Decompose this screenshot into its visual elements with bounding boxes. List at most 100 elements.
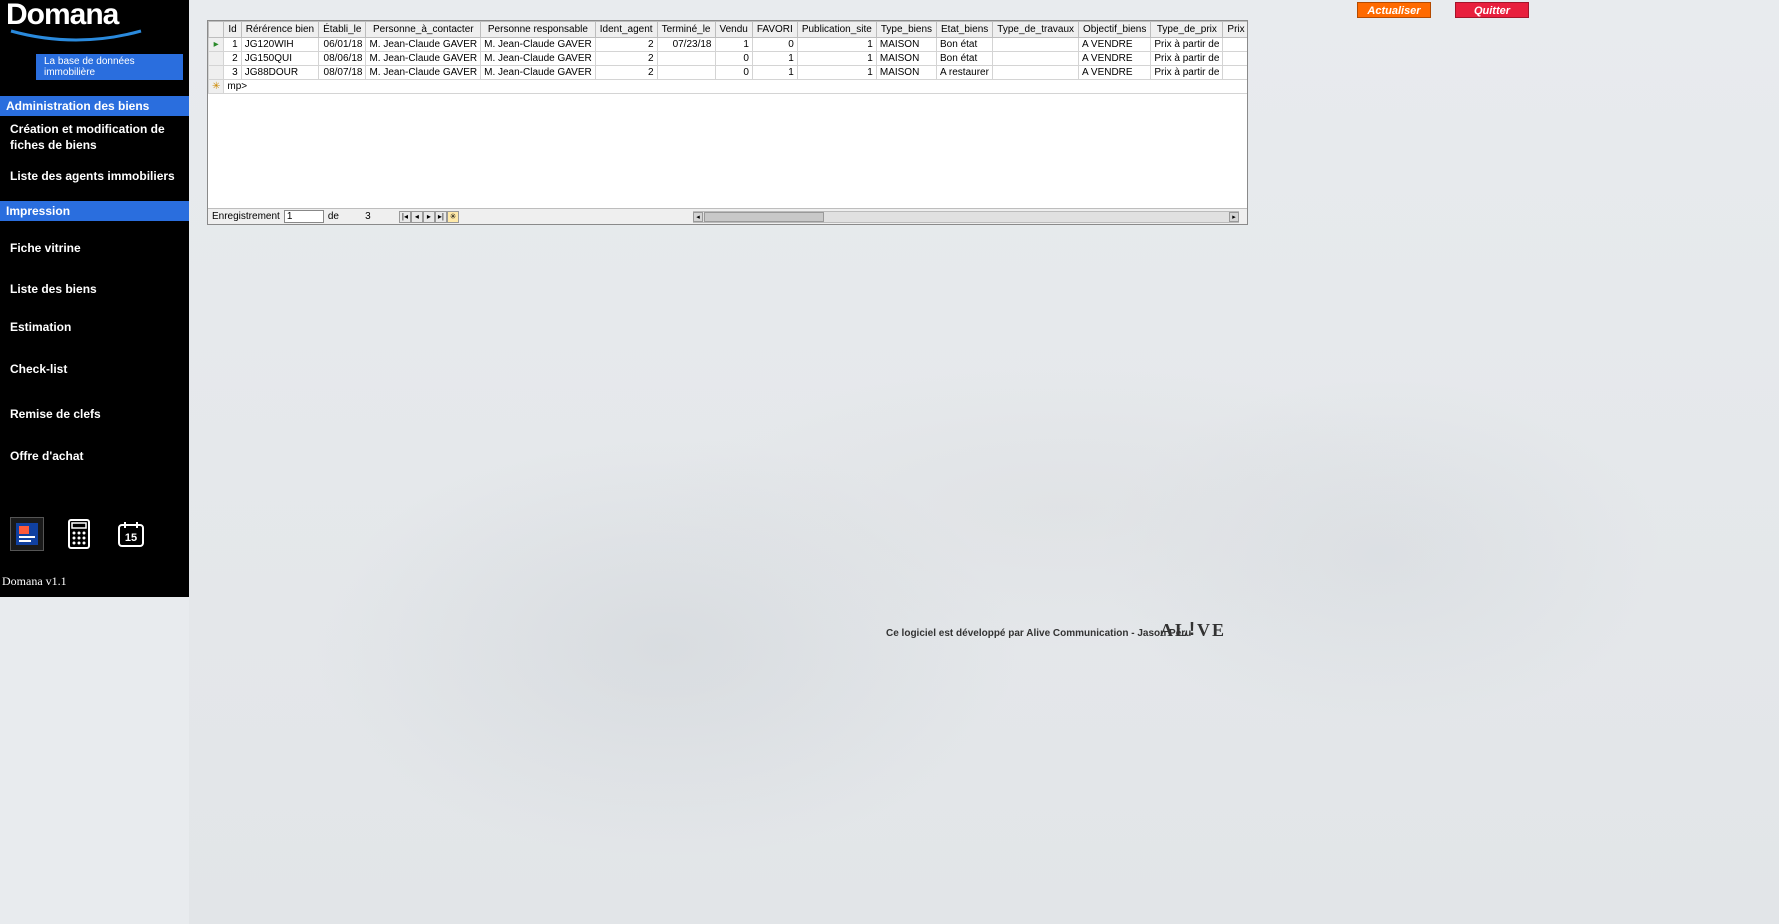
record-number-input[interactable] <box>284 210 324 223</box>
cell-pub[interactable]: 1 <box>797 38 876 52</box>
sidebar-item-estimation[interactable]: Estimation <box>0 314 189 342</box>
cell-vendu[interactable]: 0 <box>715 52 752 66</box>
cell-ref[interactable]: JG120WIH <box>241 38 318 52</box>
col-ref[interactable]: Rérérence bien <box>241 22 318 38</box>
hscroll-thumb[interactable] <box>704 212 824 222</box>
cell-etat[interactable]: Bon état <box>937 38 993 52</box>
cell-travaux[interactable] <box>993 38 1079 52</box>
col-etabli[interactable]: Établi_le <box>319 22 366 38</box>
cell-agent[interactable]: 2 <box>595 38 657 52</box>
nav-last-button[interactable]: ▸| <box>435 211 447 223</box>
col-termine[interactable]: Terminé_le <box>657 22 715 38</box>
cell-objectif[interactable]: A VENDRE <box>1079 66 1151 80</box>
cell-termine[interactable] <box>657 66 715 80</box>
col-agent[interactable]: Ident_agent <box>595 22 657 38</box>
cell-pub[interactable]: 1 <box>797 66 876 80</box>
cell-etat[interactable]: Bon état <box>937 52 993 66</box>
quit-button[interactable]: Quitter <box>1455 2 1529 18</box>
cell-vendu[interactable]: 1 <box>715 38 752 52</box>
cell-prix[interactable]: 880 <box>1223 66 1247 80</box>
cell-type[interactable]: MAISON <box>876 52 936 66</box>
cell-termine[interactable] <box>657 52 715 66</box>
cell-etat[interactable]: A restaurer <box>937 66 993 80</box>
calendar-tool-button[interactable]: 15 <box>114 517 148 551</box>
pdf-tool-button[interactable] <box>10 517 44 551</box>
col-contact[interactable]: Personne_à_contacter <box>366 22 481 38</box>
nav-next-button[interactable]: ▸ <box>423 211 435 223</box>
row-handle[interactable] <box>209 52 224 66</box>
col-typeprix[interactable]: Type_de_prix <box>1151 22 1223 38</box>
cell-prix[interactable]: 1200 <box>1223 38 1247 52</box>
cell-favori[interactable]: 1 <box>752 52 797 66</box>
col-etat[interactable]: Etat_biens <box>937 22 993 38</box>
calculator-tool-button[interactable] <box>62 517 96 551</box>
horizontal-scrollbar[interactable]: ◂ ▸ <box>693 211 1239 223</box>
cell-id[interactable]: 1 <box>224 38 241 52</box>
col-pub[interactable]: Publication_site <box>797 22 876 38</box>
cell-ref[interactable]: JG88DOUR <box>241 66 318 80</box>
cell-resp[interactable]: M. Jean-Claude GAVER <box>481 66 596 80</box>
cell-etabli[interactable]: 08/06/18 <box>319 52 366 66</box>
cell-agent[interactable]: 2 <box>595 52 657 66</box>
row-selector-header[interactable] <box>209 22 224 38</box>
col-resp[interactable]: Personne responsable <box>481 22 596 38</box>
hscroll-right-arrow[interactable]: ▸ <box>1229 212 1239 222</box>
table-row[interactable]: 3JG88DOUR08/07/18M. Jean-Claude GAVERM. … <box>209 66 1248 80</box>
col-favori[interactable]: FAVORI <box>752 22 797 38</box>
cell-type[interactable]: MAISON <box>876 66 936 80</box>
cell-ref[interactable]: JG150QUI <box>241 52 318 66</box>
cell-etabli[interactable]: 06/01/18 <box>319 38 366 52</box>
sidebar-item-creation[interactable]: Création et modification de fiches de bi… <box>0 116 189 159</box>
cell-favori[interactable]: 1 <box>752 66 797 80</box>
col-vendu[interactable]: Vendu <box>715 22 752 38</box>
table-row[interactable]: 2JG150QUI08/06/18M. Jean-Claude GAVERM. … <box>209 52 1248 66</box>
new-row-placeholder[interactable]: mp> <box>224 80 1247 94</box>
refresh-button[interactable]: Actualiser <box>1357 2 1431 18</box>
table-row[interactable]: ▸1JG120WIH06/01/18M. Jean-Claude GAVERM.… <box>209 38 1248 52</box>
cell-resp[interactable]: M. Jean-Claude GAVER <box>481 38 596 52</box>
table-row-new[interactable]: ✳mp> <box>209 80 1248 94</box>
cell-id[interactable]: 3 <box>224 66 241 80</box>
row-handle[interactable] <box>209 66 224 80</box>
cell-pub[interactable]: 1 <box>797 52 876 66</box>
cell-id[interactable]: 2 <box>224 52 241 66</box>
data-grid[interactable]: Id Rérérence bien Établi_le Personne_à_c… <box>207 20 1248 225</box>
cell-termine[interactable]: 07/23/18 <box>657 38 715 52</box>
cell-vendu[interactable]: 0 <box>715 66 752 80</box>
row-handle[interactable]: ▸ <box>209 38 224 52</box>
cell-contact[interactable]: M. Jean-Claude GAVER <box>366 38 481 52</box>
nav-prev-button[interactable]: ◂ <box>411 211 423 223</box>
sidebar-item-agents[interactable]: Liste des agents immobiliers <box>0 163 189 191</box>
cell-contact[interactable]: M. Jean-Claude GAVER <box>366 52 481 66</box>
col-travaux[interactable]: Type_de_travaux <box>993 22 1079 38</box>
cell-objectif[interactable]: A VENDRE <box>1079 52 1151 66</box>
cell-agent[interactable]: 2 <box>595 66 657 80</box>
cell-travaux[interactable] <box>993 66 1079 80</box>
nav-first-button[interactable]: |◂ <box>399 211 411 223</box>
col-type[interactable]: Type_biens <box>876 22 936 38</box>
cell-resp[interactable]: M. Jean-Claude GAVER <box>481 52 596 66</box>
col-prix[interactable]: Prix demand <box>1223 22 1247 38</box>
sidebar-item-liste[interactable]: Liste des biens <box>0 276 189 304</box>
cell-typeprix[interactable]: Prix à partir de <box>1151 38 1223 52</box>
cell-favori[interactable]: 0 <box>752 38 797 52</box>
cell-type[interactable]: MAISON <box>876 38 936 52</box>
col-objectif[interactable]: Objectif_biens <box>1079 22 1151 38</box>
nav-new-button[interactable]: ✳ <box>447 211 459 223</box>
cell-contact[interactable]: M. Jean-Claude GAVER <box>366 66 481 80</box>
cell-typeprix[interactable]: Prix à partir de <box>1151 52 1223 66</box>
sidebar-item-fiche[interactable]: Fiche vitrine <box>0 235 189 263</box>
cell-etabli[interactable]: 08/07/18 <box>319 66 366 80</box>
cell-prix[interactable]: 1500 <box>1223 52 1247 66</box>
hscroll-left-arrow[interactable]: ◂ <box>693 212 703 222</box>
cell-typeprix[interactable]: Prix à partir de <box>1151 66 1223 80</box>
sidebar-item-remise[interactable]: Remise de clefs <box>0 401 189 429</box>
grid-table[interactable]: Id Rérérence bien Établi_le Personne_à_c… <box>208 21 1247 94</box>
sidebar-item-checklist[interactable]: Check-list <box>0 356 189 384</box>
row-handle-new[interactable]: ✳ <box>209 80 224 94</box>
cell-travaux[interactable] <box>993 52 1079 66</box>
cell-objectif[interactable]: A VENDRE <box>1079 38 1151 52</box>
tagline: La base de données immobilière <box>36 54 183 80</box>
sidebar-item-offre[interactable]: Offre d'achat <box>0 443 189 471</box>
col-id[interactable]: Id <box>224 22 241 38</box>
